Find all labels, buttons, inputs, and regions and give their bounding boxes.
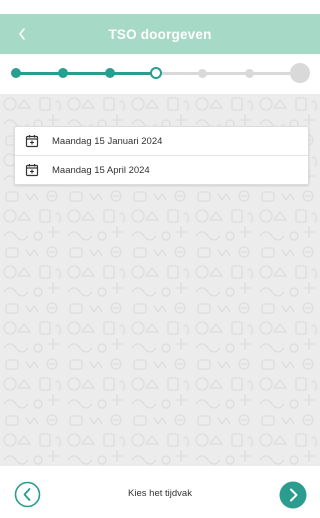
date-option-label: Maandag 15 Januari 2024 bbox=[52, 135, 163, 147]
bottom-navigation: Kies het tijdvak bbox=[0, 466, 320, 518]
status-bar bbox=[0, 0, 320, 14]
page-title: TSO doorgeven bbox=[108, 26, 212, 42]
chevron-right-circle-icon bbox=[279, 481, 307, 509]
step-dot-3 bbox=[105, 68, 115, 78]
step-dot-1 bbox=[11, 68, 21, 78]
step-dot-5 bbox=[198, 69, 207, 78]
date-option[interactable]: Maandag 15 Januari 2024 bbox=[15, 127, 308, 155]
calendar-add-icon bbox=[24, 133, 40, 149]
step-dot-current bbox=[150, 67, 162, 79]
progress-stepper bbox=[0, 54, 320, 94]
footer-instruction: Kies het tijdvak bbox=[128, 488, 192, 499]
step-dot-2 bbox=[58, 68, 68, 78]
step-dot-6 bbox=[245, 69, 254, 78]
chevron-left-icon bbox=[19, 28, 25, 40]
next-button[interactable] bbox=[279, 481, 307, 509]
date-list: Maandag 15 Januari 2024 Maandag 15 April… bbox=[14, 126, 309, 185]
content-area: Maandag 15 Januari 2024 Maandag 15 April… bbox=[0, 94, 320, 466]
app-header: TSO doorgeven bbox=[0, 14, 320, 54]
date-option-label: Maandag 15 April 2024 bbox=[52, 164, 150, 176]
step-dot-final bbox=[290, 63, 310, 83]
stepper-progress-line bbox=[16, 72, 156, 75]
date-option[interactable]: Maandag 15 April 2024 bbox=[15, 155, 308, 184]
stepper-remaining-line bbox=[156, 72, 300, 75]
calendar-add-icon bbox=[24, 162, 40, 178]
back-button[interactable] bbox=[8, 20, 36, 48]
